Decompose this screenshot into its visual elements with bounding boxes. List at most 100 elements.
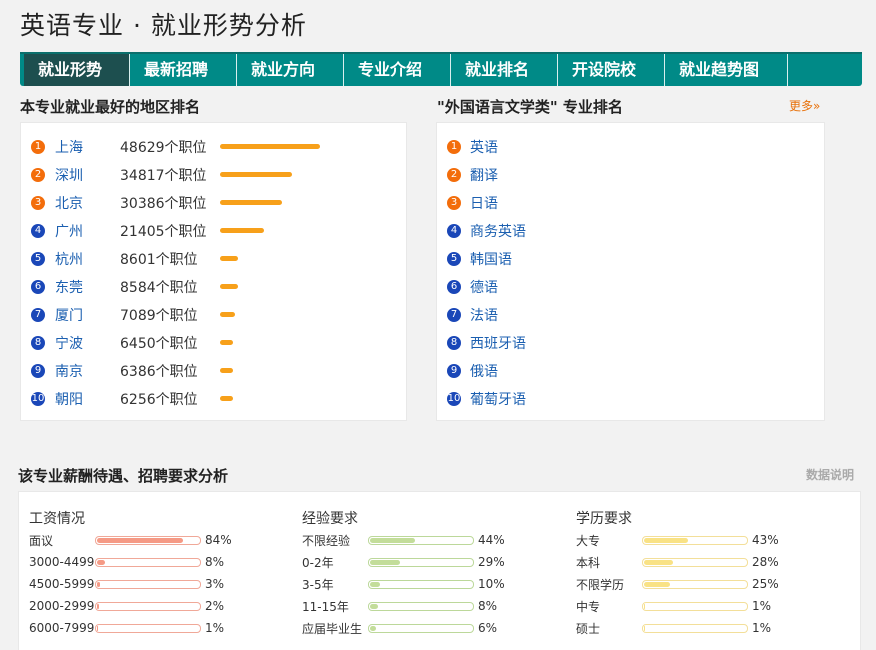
- major-link[interactable]: 日语: [470, 193, 498, 213]
- stat-bar-track: [642, 623, 748, 633]
- major-row: 5 韩国语: [447, 249, 512, 269]
- major-link[interactable]: 葡萄牙语: [470, 389, 526, 409]
- rank-badge: 9: [31, 364, 45, 378]
- region-row: 8 宁波 6450个职位: [31, 333, 340, 353]
- tab-employment-situation[interactable]: 就业形势: [24, 54, 130, 86]
- rank-badge: 4: [31, 224, 45, 238]
- stat-bar-fill: [644, 603, 645, 609]
- data-note-link[interactable]: 数据说明: [806, 466, 854, 483]
- rank-badge: 6: [447, 280, 461, 294]
- stat-row: 3-5年 10%: [302, 576, 505, 592]
- region-city-link[interactable]: 朝阳: [55, 389, 115, 409]
- region-city-link[interactable]: 深圳: [55, 165, 115, 185]
- region-city-link[interactable]: 北京: [55, 193, 115, 213]
- rank-badge: 7: [447, 308, 461, 322]
- job-bar-track: [220, 200, 340, 206]
- stat-bar-fill: [97, 537, 183, 543]
- stat-row: 4500-5999 3%: [29, 576, 224, 592]
- major-link[interactable]: 韩国语: [470, 249, 512, 269]
- major-link[interactable]: 德语: [470, 277, 498, 297]
- major-link[interactable]: 英语: [470, 137, 498, 157]
- rank-badge: 3: [31, 196, 45, 210]
- region-row: 5 杭州 8601个职位: [31, 249, 340, 269]
- region-city-link[interactable]: 广州: [55, 221, 115, 241]
- major-link[interactable]: 商务英语: [470, 221, 526, 241]
- job-count-bar: [220, 368, 233, 373]
- job-bar-track: [220, 396, 340, 402]
- region-city-link[interactable]: 上海: [55, 137, 115, 157]
- region-city-link[interactable]: 厦门: [55, 305, 115, 325]
- stat-label: 3-5年: [302, 577, 334, 592]
- stat-row: 应届毕业生 6%: [302, 620, 497, 636]
- region-job-count: 48629个职位: [120, 140, 207, 156]
- stat-label: 不限经验: [302, 533, 351, 548]
- rank-badge: 6: [31, 280, 45, 294]
- stat-percent: 2%: [205, 599, 225, 613]
- rank-badge: 1: [31, 140, 45, 154]
- stat-row: 面议 84%: [29, 532, 232, 548]
- stat-bar-track: [642, 557, 748, 567]
- major-row: 7 法语: [447, 305, 498, 325]
- stat-label: 本科: [576, 555, 601, 570]
- job-bar-track: [220, 256, 340, 262]
- region-job-count: 34817个职位: [120, 168, 207, 184]
- rank-badge: 5: [447, 252, 461, 266]
- stat-row: 硕士 1%: [576, 620, 771, 636]
- stat-percent: 1%: [205, 621, 225, 635]
- stat-bar-fill: [644, 537, 688, 543]
- tab-colleges[interactable]: 开设院校: [558, 54, 665, 86]
- job-bar-track: [220, 172, 340, 178]
- stat-label: 中专: [576, 599, 601, 614]
- region-row: 7 厦门 7089个职位: [31, 305, 340, 325]
- stat-percent: 10%: [478, 577, 505, 591]
- region-city-link[interactable]: 杭州: [55, 249, 115, 269]
- stat-bar-fill: [370, 625, 376, 631]
- tab-trend-chart[interactable]: 就业趋势图: [665, 54, 788, 86]
- stat-percent: 29%: [478, 555, 505, 569]
- region-job-count: 8584个职位: [120, 280, 198, 296]
- stat-bar-track: [368, 535, 474, 545]
- stat-label: 6000-7999: [29, 621, 95, 635]
- more-link[interactable]: 更多»: [789, 97, 820, 114]
- page-title: 英语专业 · 就业形势分析: [20, 11, 307, 40]
- stat-percent: 6%: [478, 621, 498, 635]
- stat-bar-fill: [370, 581, 380, 587]
- stat-label: 应届毕业生: [302, 621, 363, 636]
- tab-major-intro[interactable]: 专业介绍: [344, 54, 451, 86]
- major-link[interactable]: 法语: [470, 305, 498, 325]
- stat-bar-fill: [370, 603, 378, 609]
- major-link[interactable]: 俄语: [470, 361, 498, 381]
- stat-row: 6000-7999 1%: [29, 620, 224, 636]
- stat-bar-fill: [644, 625, 645, 631]
- region-row: 4 广州 21405个职位: [31, 221, 340, 241]
- region-city-link[interactable]: 东莞: [55, 277, 115, 297]
- stat-bar-track: [368, 579, 474, 589]
- major-ranking-card: 1 英语 2 翻译 3 日语 4 商务英语 5 韩国语 6 德语 7 法语 8 西班牙语 9 俄语 10 葡萄牙语: [436, 122, 825, 421]
- stat-label: 大专: [576, 533, 601, 548]
- region-city-link[interactable]: 南京: [55, 361, 115, 381]
- rank-badge: 10: [447, 392, 461, 406]
- region-ranking-card: 1 上海 48629个职位 2 深圳 34817个职位 3 北京 30386个职位 4 广州 2140…: [20, 122, 407, 421]
- tab-career-direction[interactable]: 就业方向: [237, 54, 344, 86]
- rank-badge: 8: [31, 336, 45, 350]
- job-bar-track: [220, 284, 340, 290]
- stat-bar-fill: [644, 559, 673, 565]
- tab-employment-ranking[interactable]: 就业排名: [451, 54, 558, 86]
- stat-percent: 1%: [752, 599, 772, 613]
- stat-row: 0-2年 29%: [302, 554, 505, 570]
- stat-bar-fill: [97, 559, 105, 565]
- stat-bar-track: [642, 535, 748, 545]
- region-city-link[interactable]: 宁波: [55, 333, 115, 353]
- region-row: 9 南京 6386个职位: [31, 361, 340, 381]
- stat-label: 3000-4499: [29, 555, 95, 569]
- stat-bar-fill: [97, 603, 99, 609]
- stat-percent: 8%: [205, 555, 225, 569]
- job-bar-track: [220, 144, 340, 150]
- tab-latest-jobs[interactable]: 最新招聘: [130, 54, 237, 86]
- major-row: 6 德语: [447, 277, 498, 297]
- region-job-count: 21405个职位: [120, 224, 207, 240]
- analysis-column-title: 经验要求: [302, 511, 358, 527]
- stat-percent: 44%: [478, 533, 505, 547]
- major-link[interactable]: 翻译: [470, 165, 498, 185]
- major-link[interactable]: 西班牙语: [470, 333, 526, 353]
